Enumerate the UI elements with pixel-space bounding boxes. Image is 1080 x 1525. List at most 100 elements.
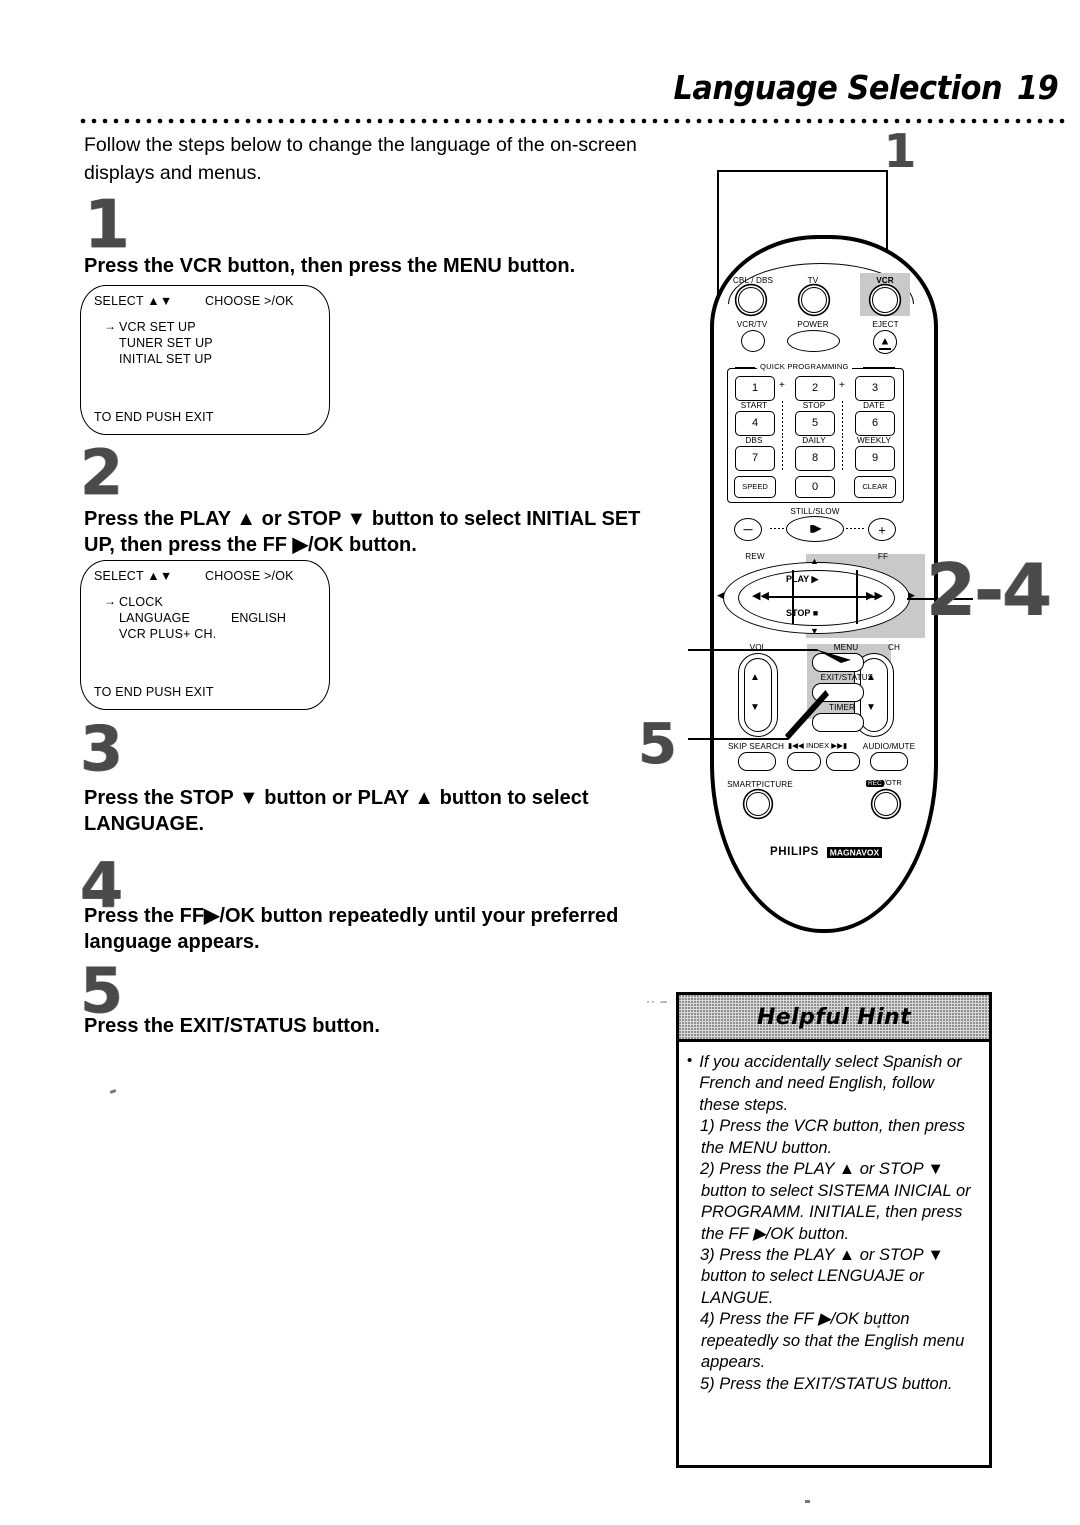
page-speck — [877, 1325, 880, 1328]
key-7[interactable]: 7 — [735, 446, 775, 471]
timer-button[interactable] — [812, 713, 864, 732]
minus-icon — [743, 528, 753, 531]
hint-bullet: • If you accidentally select Spanish or … — [687, 1052, 979, 1116]
qp-dot-divider-2 — [842, 401, 843, 437]
qp-dot-divider-4 — [842, 436, 843, 472]
plus-icon: + — [878, 522, 886, 537]
osd-select-label: SELECT ▲▼ — [94, 569, 173, 583]
still-slow-button[interactable]: ▮▶ — [786, 516, 844, 542]
hint-line-2: 2) Press the PLAY ▲ or STOP ▼ button to … — [700, 1160, 971, 1243]
timer-label: TIMER — [829, 703, 855, 712]
index-label-group: ▮◀◀ INDEX ▶▶▮ — [788, 741, 848, 750]
osd-footer: TO END PUSH EXIT — [94, 685, 214, 699]
helpful-hint-body: • If you accidentally select Spanish or … — [679, 1042, 989, 1401]
bullet-dot-icon: • — [687, 1052, 693, 1069]
rec-otr-button[interactable] — [874, 792, 898, 816]
vol-up-icon: ▲ — [750, 672, 760, 683]
eject-triangle-icon: ▲ — [879, 335, 891, 348]
key-2[interactable]: 2 — [795, 376, 835, 401]
step-4-instruction: Press the FF▶/OK button repeatedly until… — [84, 905, 619, 954]
key-3[interactable]: 3 — [855, 376, 895, 401]
still-slow-icon: ▮▶ — [809, 523, 821, 535]
smartpicture-button[interactable] — [746, 792, 770, 816]
play-button[interactable]: PLAY ▶ — [786, 574, 818, 585]
osd-cursor-arrow: → — [104, 319, 116, 333]
page-number: 19 — [1016, 68, 1059, 107]
vcr-tv-label: VCR/TV — [736, 320, 768, 329]
index-forward-button[interactable] — [826, 752, 860, 771]
osd-menu-step-2: SELECT ▲▼ CHOOSE >/OK → CLOCK LANGUAGE E… — [80, 560, 330, 710]
vcr-tv-button[interactable] — [741, 330, 765, 352]
stop-button[interactable]: STOP ■ — [786, 608, 818, 618]
hint-line-4: 4) Press the FF ▶/OK button repeatedly s… — [700, 1310, 965, 1372]
up-triangle-icon: ▲ — [810, 556, 819, 566]
osd-menu-step-1: SELECT ▲▼ CHOOSE >/OK → VCR SET UP TUNER… — [80, 285, 330, 435]
qp-dot-divider-3 — [782, 436, 783, 472]
rec-badge: REC — [866, 780, 884, 787]
key-4[interactable]: 4 — [735, 411, 775, 436]
osd-item-0: VCR SET UP — [119, 320, 196, 334]
qp-rule-right — [863, 367, 895, 369]
stop-label: STOP — [786, 608, 811, 618]
qp-dot-divider-1 — [782, 401, 783, 437]
stray-marks: ·· – — [646, 994, 668, 1008]
key-8[interactable]: 8 — [795, 446, 835, 471]
hint-intro-text: If you accidentally select Spanish or Fr… — [699, 1053, 962, 1114]
page-speck-bottom — [805, 1500, 810, 1503]
plus-sign-1: + — [779, 380, 785, 391]
step-2-instruction: Press the PLAY ▲ or STOP ▼ button to sel… — [84, 508, 641, 557]
osd-item-0: CLOCK — [119, 595, 164, 609]
header-dotted-rule — [80, 118, 1066, 124]
vcr-label: VCR — [876, 276, 894, 285]
power-button[interactable] — [787, 330, 840, 352]
still-slow-dots-right — [846, 528, 864, 529]
audio-mute-button[interactable] — [870, 752, 908, 771]
magnavox-wordmark: MAGNAVOX — [826, 846, 883, 858]
osd-select-label: SELECT ▲▼ — [94, 294, 173, 308]
step-1-instruction: Press the VCR button, then press the MEN… — [84, 255, 576, 277]
step-number-3: 3 — [80, 712, 123, 785]
helpful-hint-box: Helpful Hint • If you accidentally selec… — [676, 992, 992, 1468]
cbl-dbs-button[interactable] — [738, 287, 764, 313]
ch-rocker-inner — [860, 658, 888, 732]
key-5-sublabel: DAILY — [802, 436, 826, 445]
osd-cursor-arrow: → — [104, 594, 116, 608]
rec-otr-label-group: REC/OTR — [866, 778, 902, 787]
smartpicture-label: SMARTPICTURE — [727, 780, 793, 789]
step-3-instruction: Press the STOP ▼ button or PLAY ▲ button… — [84, 787, 589, 836]
key-1[interactable]: 1 — [735, 376, 775, 401]
key-3-sublabel: DATE — [863, 401, 885, 410]
down-triangle-icon: ▼ — [810, 626, 819, 636]
quick-programming-label: QUICK PROGRAMMING — [757, 362, 852, 371]
osd-item-2: INITIAL SET UP — [119, 352, 213, 366]
vcr-button[interactable] — [872, 287, 898, 313]
audio-mute-label: AUDIO/MUTE — [862, 742, 916, 751]
hint-line-1: 1) Press the VCR button, then press the … — [700, 1117, 966, 1157]
hint-line-5: 5) Press the EXIT/STATUS button. — [700, 1374, 953, 1393]
page-speck-left — [109, 1089, 117, 1094]
key-2-sublabel: STOP — [802, 401, 826, 410]
callout-leader-menu — [688, 649, 818, 651]
key-0[interactable]: 0 — [795, 476, 835, 498]
ff-label: FF — [877, 552, 889, 561]
key-5[interactable]: 5 — [795, 411, 835, 436]
index-back-button[interactable] — [787, 752, 821, 771]
menu-button[interactable] — [812, 653, 864, 672]
speed-button[interactable]: SPEED — [734, 476, 776, 498]
slow-minus-button[interactable] — [734, 518, 762, 541]
slow-plus-button[interactable]: + — [868, 518, 896, 541]
vol-rocker-inner — [744, 658, 772, 732]
plus-sign-2: + — [839, 380, 845, 391]
helpful-hint-title: Helpful Hint — [757, 1004, 911, 1030]
helpful-hint-header: Helpful Hint — [679, 995, 989, 1042]
osd-item-2: VCR PLUS+ CH. — [119, 627, 217, 641]
skip-search-button[interactable] — [738, 752, 776, 771]
osd-choose-label: CHOOSE >/OK — [205, 294, 294, 308]
tv-button[interactable] — [801, 287, 827, 313]
transport-divider-left — [792, 570, 794, 624]
eject-button[interactable]: ▲ — [873, 330, 897, 354]
key-9[interactable]: 9 — [855, 446, 895, 471]
clear-button[interactable]: CLEAR — [854, 476, 896, 498]
transport-divider-horizontal — [763, 596, 875, 598]
key-6[interactable]: 6 — [855, 411, 895, 436]
